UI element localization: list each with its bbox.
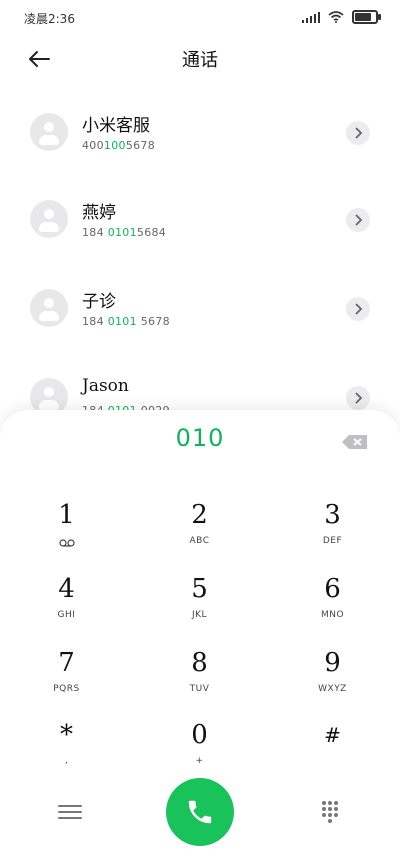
status-time: 凌晨2:36	[24, 12, 75, 26]
key-digit: #	[324, 723, 341, 747]
key-letters: +	[195, 756, 204, 766]
status-bar: 凌晨2:36	[0, 0, 400, 36]
chevron-right-icon[interactable]	[346, 297, 370, 321]
dialpad-panel: 010 1 2 ABC 3 DEF 4 GHI 5 JKL 6 MNO 7 PQ…	[0, 410, 400, 866]
key-2[interactable]: 2 ABC	[133, 500, 266, 564]
key-9[interactable]: 9 WXYZ	[266, 648, 399, 712]
key-digit: 0	[191, 720, 208, 750]
key-4[interactable]: 4 GHI	[0, 574, 133, 638]
key-5[interactable]: 5 JKL	[133, 574, 266, 638]
contact-name: Jason	[82, 376, 129, 396]
key-7[interactable]: 7 PQRS	[0, 648, 133, 712]
backspace-icon	[342, 435, 367, 449]
key-digit: 6	[324, 574, 341, 604]
key-digit: 7	[58, 648, 75, 678]
key-6[interactable]: 6 MNO	[266, 574, 399, 638]
contact-number: 4001005678	[82, 139, 156, 152]
contact-name: 小米客服	[82, 116, 150, 136]
keypad-icon	[322, 801, 338, 823]
key-letters: GHI	[57, 610, 76, 620]
key-digit: 4	[58, 574, 75, 604]
backspace-button[interactable]	[340, 432, 370, 452]
menu-button[interactable]	[58, 800, 82, 824]
key-0[interactable]: 0 +	[133, 720, 266, 784]
avatar	[30, 200, 68, 238]
status-icons	[302, 10, 381, 24]
contact-item[interactable]: 子诊 184 0101 5678	[0, 281, 400, 353]
contact-item[interactable]: 小米客服 4001005678	[0, 105, 400, 177]
key-letters: JKL	[191, 610, 208, 620]
contact-number: 184 01015684	[82, 226, 167, 239]
chevron-right-icon[interactable]	[346, 208, 370, 232]
key-letters: TUV	[189, 684, 210, 694]
key-digit: 9	[324, 648, 341, 678]
key-digit: *	[60, 720, 73, 750]
key-letters: ABC	[189, 536, 210, 546]
key-star[interactable]: * ,	[0, 720, 133, 784]
key-letters: DEF	[322, 536, 343, 546]
battery-icon	[352, 10, 381, 24]
header: 通话	[0, 36, 400, 80]
avatar	[30, 289, 68, 327]
voicemail-icon	[58, 539, 75, 547]
key-digit: 3	[324, 500, 341, 530]
key-letters: PQRS	[53, 684, 80, 694]
key-3[interactable]: 3 DEF	[266, 500, 399, 564]
key-digit: 1	[58, 500, 75, 530]
key-1[interactable]: 1	[0, 500, 133, 564]
contact-item[interactable]: 燕婷 184 01015684	[0, 192, 400, 264]
signal-icon	[302, 11, 320, 23]
contact-name: 燕婷	[82, 203, 116, 223]
key-letters: WXYZ	[318, 684, 347, 694]
page-title: 通话	[182, 50, 218, 71]
key-letters: ,	[64, 756, 69, 766]
key-letters: MNO	[320, 610, 345, 620]
chevron-right-icon[interactable]	[346, 121, 370, 145]
call-button[interactable]	[166, 778, 234, 846]
key-hash[interactable]: #	[266, 720, 399, 784]
chevron-right-icon[interactable]	[346, 386, 370, 410]
wifi-icon	[328, 11, 344, 23]
bottom-bar	[0, 778, 400, 858]
keypad-button[interactable]	[320, 800, 340, 824]
avatar	[30, 113, 68, 151]
phone-icon	[188, 800, 212, 824]
battery-level	[355, 13, 372, 21]
key-digit: 8	[191, 648, 208, 678]
contact-number: 184 0101 5678	[82, 315, 170, 328]
contact-name: 子诊	[82, 292, 116, 312]
key-digit: 2	[191, 500, 208, 530]
key-digit: 5	[191, 574, 208, 604]
key-8[interactable]: 8 TUV	[133, 648, 266, 712]
